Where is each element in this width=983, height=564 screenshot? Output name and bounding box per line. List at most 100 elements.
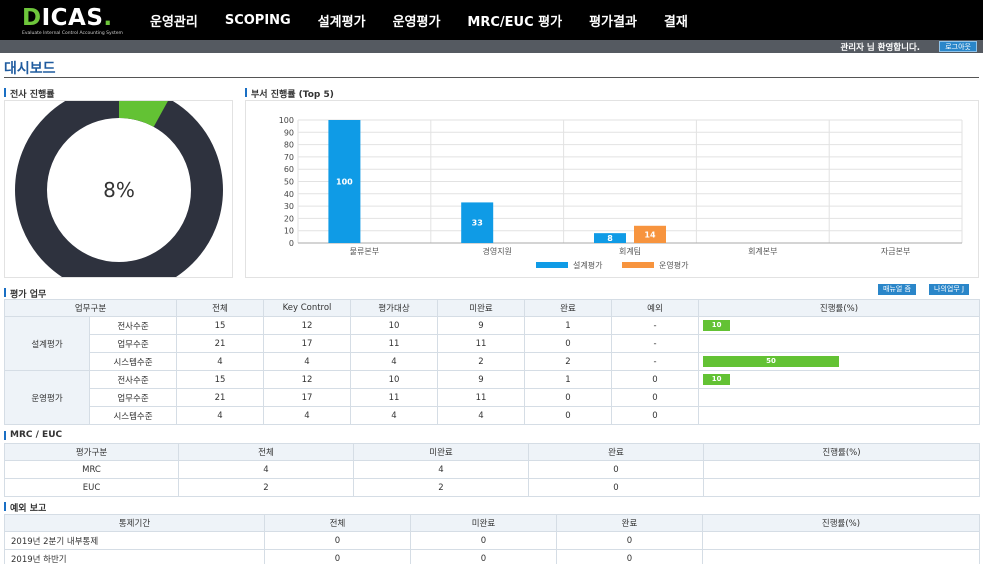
my-tasks-button[interactable]: 나의업무 J xyxy=(929,284,970,295)
mrc-cell-total: 4 xyxy=(178,460,354,479)
eval-progress-cell xyxy=(698,334,980,353)
y-tick-label: 90 xyxy=(284,128,294,137)
nav-item-3[interactable]: 운영평가 xyxy=(393,11,441,30)
legend-label[interactable]: 설계평가 xyxy=(573,260,603,270)
overall-progress-heading: 전사 진행률 xyxy=(4,87,55,100)
col-header-target: 평가대상 xyxy=(350,299,438,317)
exception-table-header: 통제기간 전체 미완료 완료 진행률(%) xyxy=(4,514,980,532)
dept-progress-heading: 부서 진행률 (Top 5) xyxy=(245,87,334,100)
col-header-complete: 완료 xyxy=(524,299,612,317)
mrc-type-label: MRC xyxy=(4,460,179,479)
mrc-progress-cell xyxy=(703,460,980,479)
nav-item-1[interactable]: SCOPING xyxy=(225,13,291,28)
y-tick-label: 70 xyxy=(284,153,294,162)
nav-item-2[interactable]: 설계평가 xyxy=(318,11,366,30)
eval-cell-incomplete: 11 xyxy=(437,334,525,353)
col-header-progress: 진행률(%) xyxy=(698,299,980,317)
mrc-cell-incomplete: 4 xyxy=(353,460,529,479)
eval-cell-key: 17 xyxy=(263,388,351,407)
eval-cell-exception: - xyxy=(611,316,699,335)
overall-progress-donut: 8% xyxy=(15,86,223,294)
eval-sub-label: 업무수준 xyxy=(89,388,177,407)
eval-sub-label: 전사수준 xyxy=(89,316,177,335)
eval-cell-exception: 0 xyxy=(611,406,699,425)
overall-progress-panel: 8% xyxy=(4,86,233,294)
exception-table-row: 2019년 2분기 내부통제 0 0 0 xyxy=(4,531,980,550)
eval-tasks-table: 업무구분 전체 Key Control 평가대상 미완료 완료 예외 진행률(%… xyxy=(4,299,980,425)
eval-cell-exception: 0 xyxy=(611,370,699,389)
eval-cell-total: 15 xyxy=(176,316,264,335)
logout-button[interactable]: 로그아웃 xyxy=(939,41,977,52)
eval-cell-exception: - xyxy=(611,334,699,353)
mrc-progress-cell xyxy=(703,478,980,497)
eval-sub-label: 시스템수준 xyxy=(89,352,177,371)
eval-cell-total: 15 xyxy=(176,370,264,389)
eval-cell-key: 4 xyxy=(263,352,351,371)
exception-cell-incomplete: 0 xyxy=(410,531,557,550)
eval-sub-label: 전사수준 xyxy=(89,370,177,389)
eval-cell-incomplete: 9 xyxy=(437,316,525,335)
col-header-progress: 진행률(%) xyxy=(702,514,980,532)
eval-cell-key: 4 xyxy=(263,406,351,425)
user-bar: 관리자 님 환영합니다. 로그아웃 xyxy=(0,40,983,53)
eval-progress-cell: 10 xyxy=(698,316,980,335)
eval-cell-complete: 0 xyxy=(524,388,612,407)
eval-cell-incomplete: 4 xyxy=(437,406,525,425)
col-header-total: 전체 xyxy=(178,443,354,461)
mrc-euc-table: 평가구분 전체 미완료 완료 진행률(%) MRC 4 4 0 EUC 2 2 0 xyxy=(4,443,980,497)
eval-cell-target: 11 xyxy=(350,388,438,407)
manual-button[interactable]: 매뉴얼 즘 xyxy=(878,284,916,295)
col-header-total: 전체 xyxy=(264,514,411,532)
dicas-logo[interactable]: DICAS. Evaluate Internal Control Account… xyxy=(22,7,123,37)
mrc-table-row: EUC 2 2 0 xyxy=(4,478,980,497)
eval-group-label: 설계평가 xyxy=(4,316,90,371)
mrc-cell-incomplete: 2 xyxy=(353,478,529,497)
y-tick-label: 30 xyxy=(284,202,294,211)
exception-period-label: 2019년 2분기 내부통제 xyxy=(4,531,265,550)
nav-item-6[interactable]: 결재 xyxy=(664,11,688,30)
y-tick-label: 20 xyxy=(284,214,294,223)
eval-cell-target: 4 xyxy=(350,406,438,425)
mrc-cell-complete: 0 xyxy=(528,478,704,497)
progress-bar: 50 xyxy=(703,356,839,367)
x-category-label: 물류본부 xyxy=(350,247,379,256)
exception-report-heading: 예외 보고 xyxy=(4,501,46,514)
exception-table-row: 2019년 하반기 0 0 0 xyxy=(4,549,980,564)
exception-report-table: 통제기간 전체 미완료 완료 진행률(%) 2019년 2분기 내부통제 0 0 0 2… xyxy=(4,514,980,564)
eval-cell-total: 4 xyxy=(176,352,264,371)
mrc-cell-complete: 0 xyxy=(528,460,704,479)
col-header-incomplete: 미완료 xyxy=(437,299,525,317)
eval-cell-exception: 0 xyxy=(611,388,699,407)
progress-bar: 10 xyxy=(703,374,731,385)
eval-progress-cell xyxy=(698,406,980,425)
col-header-period: 통제기간 xyxy=(4,514,265,532)
nav-item-0[interactable]: 운영관리 xyxy=(150,11,198,30)
nav-item-4[interactable]: MRC/EUC 평가 xyxy=(467,11,562,30)
eval-cell-target: 4 xyxy=(350,352,438,371)
mrc-type-label: EUC xyxy=(4,478,179,497)
exception-cell-complete: 0 xyxy=(556,549,703,564)
eval-cell-complete: 1 xyxy=(524,316,612,335)
x-category-label: 자금본부 xyxy=(881,247,910,256)
eval-table-row: 운영평가 전사수준 15 12 10 9 1 0 10 xyxy=(4,370,980,425)
eval-cell-target: 10 xyxy=(350,316,438,335)
bar-value-label: 8 xyxy=(607,234,613,243)
eval-cell-incomplete: 11 xyxy=(437,388,525,407)
eval-table-row: 업무수준 21 17 11 11 0- xyxy=(5,334,980,353)
eval-cell-complete: 2 xyxy=(524,352,612,371)
legend-swatch xyxy=(622,262,654,268)
legend-swatch xyxy=(536,262,568,268)
page-title: 대시보드 xyxy=(4,61,56,77)
eval-cell-target: 10 xyxy=(350,370,438,389)
legend-label[interactable]: 운영평가 xyxy=(659,260,689,270)
mrc-table-row: MRC 4 4 0 xyxy=(4,460,980,479)
eval-cell-exception: - xyxy=(611,352,699,371)
progress-bar: 10 xyxy=(703,320,731,331)
eval-cell-total: 21 xyxy=(176,388,264,407)
eval-table-row: 시스템수준 4 4 4 2 2-50 xyxy=(5,352,980,371)
y-tick-label: 60 xyxy=(284,165,294,174)
eval-cell-total: 21 xyxy=(176,334,264,353)
eval-cell-incomplete: 9 xyxy=(437,370,525,389)
y-tick-label: 0 xyxy=(289,239,294,248)
nav-item-5[interactable]: 평가결과 xyxy=(589,11,637,30)
